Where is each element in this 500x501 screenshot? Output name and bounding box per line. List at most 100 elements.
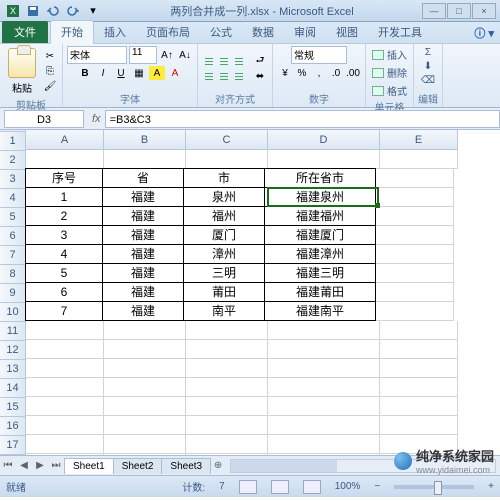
row-header-11[interactable]: 11: [0, 322, 26, 341]
row-header-9[interactable]: 9: [0, 284, 26, 303]
tab-developer[interactable]: 开发工具: [368, 21, 432, 43]
cell-A17[interactable]: [26, 454, 104, 455]
cell-D1[interactable]: [268, 150, 380, 169]
cell-C14[interactable]: [186, 397, 268, 416]
fx-icon[interactable]: fx: [88, 113, 105, 125]
cell-E9[interactable]: [376, 302, 454, 321]
save-icon[interactable]: [24, 2, 42, 20]
cell-A5[interactable]: 3: [25, 225, 103, 245]
row-header-1[interactable]: 1: [0, 132, 26, 151]
paste-button[interactable]: 粘贴: [4, 46, 40, 97]
cell-D10[interactable]: [268, 321, 380, 340]
fill-color-icon[interactable]: A: [149, 66, 165, 80]
wrap-text-icon[interactable]: ⮐: [252, 54, 268, 68]
row-header-10[interactable]: 10: [0, 303, 26, 322]
cell-A13[interactable]: [26, 378, 104, 397]
font-color-icon[interactable]: A: [167, 66, 183, 80]
cell-B16[interactable]: [104, 435, 186, 454]
cell-B8[interactable]: 福建: [102, 282, 184, 302]
cell-B10[interactable]: [104, 321, 186, 340]
cell-B9[interactable]: 福建: [102, 301, 184, 321]
row-header-13[interactable]: 13: [0, 360, 26, 379]
tab-view[interactable]: 视图: [326, 21, 368, 43]
tab-formulas[interactable]: 公式: [200, 21, 242, 43]
sheet-nav-next-icon[interactable]: ▶: [32, 458, 48, 474]
undo-icon[interactable]: [44, 2, 62, 20]
cell-E12[interactable]: [380, 359, 458, 378]
cell-A16[interactable]: [26, 435, 104, 454]
format-painter-icon[interactable]: 🖌: [42, 80, 58, 94]
cell-A12[interactable]: [26, 359, 104, 378]
bold-button[interactable]: B: [77, 66, 93, 80]
cell-A11[interactable]: [26, 340, 104, 359]
row-header-8[interactable]: 8: [0, 265, 26, 284]
align-bottom-icon[interactable]: [232, 54, 246, 68]
tab-review[interactable]: 审阅: [284, 21, 326, 43]
italic-button[interactable]: I: [95, 66, 111, 80]
font-name-select[interactable]: 宋体: [67, 46, 127, 64]
currency-icon[interactable]: ¥: [277, 66, 293, 80]
view-pagebreak-icon[interactable]: [303, 480, 321, 494]
cell-C15[interactable]: [186, 416, 268, 435]
tab-insert[interactable]: 插入: [94, 21, 136, 43]
cell-D13[interactable]: [268, 378, 380, 397]
cell-B2[interactable]: 省: [102, 168, 184, 188]
name-box[interactable]: D3: [4, 110, 84, 128]
cell-E7[interactable]: [376, 264, 454, 283]
cell-A3[interactable]: 1: [25, 187, 103, 207]
cell-C12[interactable]: [186, 359, 268, 378]
cell-D8[interactable]: 福建莆田: [264, 282, 376, 302]
decrease-decimal-icon[interactable]: .00: [345, 66, 361, 80]
cell-C6[interactable]: 漳州: [183, 244, 265, 264]
cell-D5[interactable]: 福建厦门: [264, 225, 376, 245]
cell-D9[interactable]: 福建南平: [264, 301, 376, 321]
qat-more-icon[interactable]: ▾: [84, 2, 102, 20]
cell-D14[interactable]: [268, 397, 380, 416]
excel-icon[interactable]: X: [4, 2, 22, 20]
cell-C7[interactable]: 三明: [183, 263, 265, 283]
cell-A4[interactable]: 2: [25, 206, 103, 226]
autosum-button[interactable]: Σ: [423, 46, 433, 59]
tab-data[interactable]: 数据: [242, 21, 284, 43]
cell-B7[interactable]: 福建: [102, 263, 184, 283]
cell-C17[interactable]: [186, 454, 268, 455]
row-header-5[interactable]: 5: [0, 208, 26, 227]
align-middle-icon[interactable]: [217, 54, 231, 68]
zoom-in-icon[interactable]: +: [488, 481, 494, 492]
comma-icon[interactable]: ,: [311, 66, 327, 80]
align-top-icon[interactable]: [202, 54, 216, 68]
tab-home[interactable]: 开始: [50, 20, 94, 44]
cell-D11[interactable]: [268, 340, 380, 359]
row-header-15[interactable]: 15: [0, 398, 26, 417]
view-layout-icon[interactable]: [271, 480, 289, 494]
cell-D16[interactable]: [268, 435, 380, 454]
sheet-nav-last-icon[interactable]: ⏭: [48, 458, 64, 474]
percent-icon[interactable]: %: [294, 66, 310, 80]
cell-A1[interactable]: [26, 150, 104, 169]
cell-A14[interactable]: [26, 397, 104, 416]
cell-C13[interactable]: [186, 378, 268, 397]
align-right-icon[interactable]: [232, 69, 246, 83]
cell-A6[interactable]: 4: [25, 244, 103, 264]
cell-B15[interactable]: [104, 416, 186, 435]
cell-C10[interactable]: [186, 321, 268, 340]
cell-D17[interactable]: [268, 454, 380, 455]
cell-C3[interactable]: 泉州: [183, 187, 265, 207]
cell-C8[interactable]: 莆田: [183, 282, 265, 302]
cell-B1[interactable]: [104, 150, 186, 169]
delete-cells-button[interactable]: 删除: [370, 64, 409, 81]
help-icon[interactable]: ⓘ ▾: [468, 23, 500, 43]
cell-C4[interactable]: 福州: [183, 206, 265, 226]
underline-button[interactable]: U: [113, 66, 129, 80]
cell-A8[interactable]: 6: [25, 282, 103, 302]
cell-B11[interactable]: [104, 340, 186, 359]
maximize-button[interactable]: □: [447, 3, 471, 19]
cell-D4[interactable]: 福建福州: [264, 206, 376, 226]
row-header-17[interactable]: 17: [0, 436, 26, 455]
cut-icon[interactable]: ✂: [42, 50, 58, 64]
cell-E1[interactable]: [380, 150, 458, 169]
cell-C2[interactable]: 市: [183, 168, 265, 188]
redo-icon[interactable]: [64, 2, 82, 20]
zoom-slider[interactable]: [394, 485, 474, 489]
cell-E11[interactable]: [380, 340, 458, 359]
